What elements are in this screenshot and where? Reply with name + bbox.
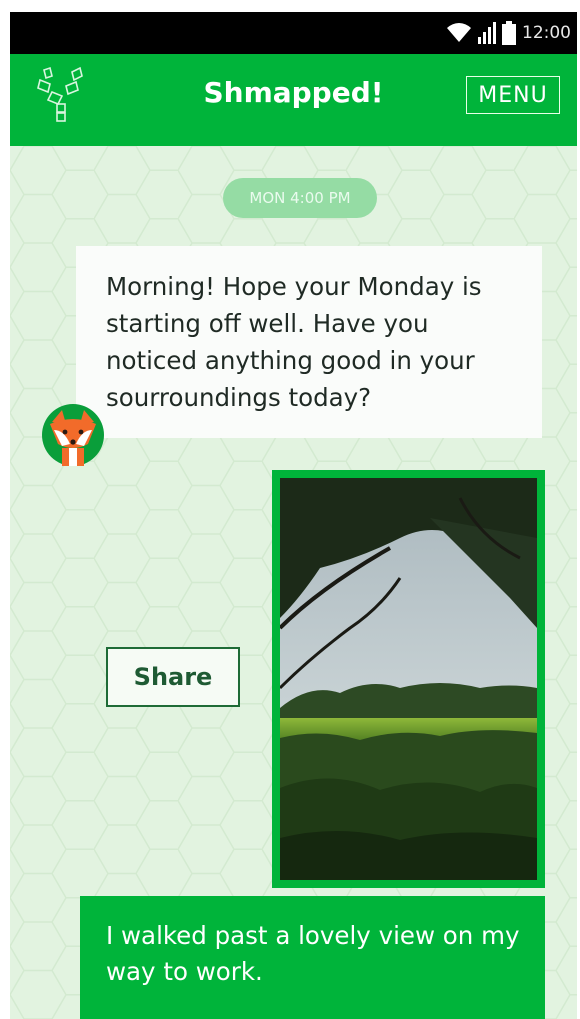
share-button[interactable]: Share [106,647,240,707]
chat-area[interactable]: MON 4:00 PM Morning! Hope your Monday is… [10,146,577,1019]
battery-icon [502,21,516,45]
message-timestamp: MON 4:00 PM [223,178,377,218]
wifi-icon [447,23,471,42]
bot-message-bubble: Morning! Hope your Monday is starting of… [76,246,542,438]
phone-screen: 12:00 Shmapped! MENU MON 4:00 PM Morning… [10,12,577,1019]
status-bar: 12:00 [10,12,577,54]
signal-icon [478,22,496,44]
menu-button[interactable]: MENU [466,76,560,114]
shared-photo[interactable] [272,470,545,888]
status-time: 12:00 [522,23,571,43]
fox-avatar[interactable] [42,404,104,466]
user-message-bubble: I walked past a lovely view on my way to… [80,896,545,1019]
app-bar: Shmapped! MENU [10,54,577,146]
landscape-photo [280,478,537,880]
